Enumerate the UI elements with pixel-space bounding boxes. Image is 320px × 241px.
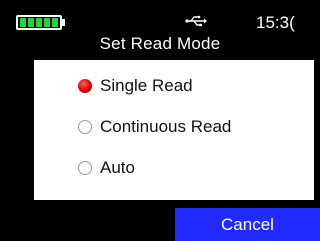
usb-icon xyxy=(185,15,207,27)
option-label: Continuous Read xyxy=(100,117,232,136)
option-label: Single Read xyxy=(100,76,193,95)
radio-unchecked-icon[interactable] xyxy=(78,120,92,134)
option-continuous-read[interactable]: Continuous Read xyxy=(78,115,231,139)
status-clock: 15:3( xyxy=(256,13,295,32)
option-single-read[interactable]: Single Read xyxy=(78,74,193,98)
read-mode-panel: Single Read Continuous Read Auto xyxy=(34,60,314,200)
radio-checked-icon[interactable] xyxy=(78,79,92,93)
battery-cell xyxy=(20,18,26,27)
radio-unchecked-icon[interactable] xyxy=(78,161,92,175)
page-title: Set Read Mode xyxy=(99,34,221,53)
battery-tip xyxy=(62,19,65,26)
battery-cell xyxy=(44,18,50,27)
battery-cell xyxy=(52,18,58,27)
option-label: Auto xyxy=(100,158,135,177)
battery-cell xyxy=(28,18,34,27)
cancel-button[interactable]: Cancel xyxy=(175,208,320,241)
device-screen: 15:3( Set Read Mode Single Read Continuo… xyxy=(0,0,320,241)
battery-cell xyxy=(36,18,42,27)
battery-icon xyxy=(16,15,62,30)
option-auto[interactable]: Auto xyxy=(78,156,135,180)
